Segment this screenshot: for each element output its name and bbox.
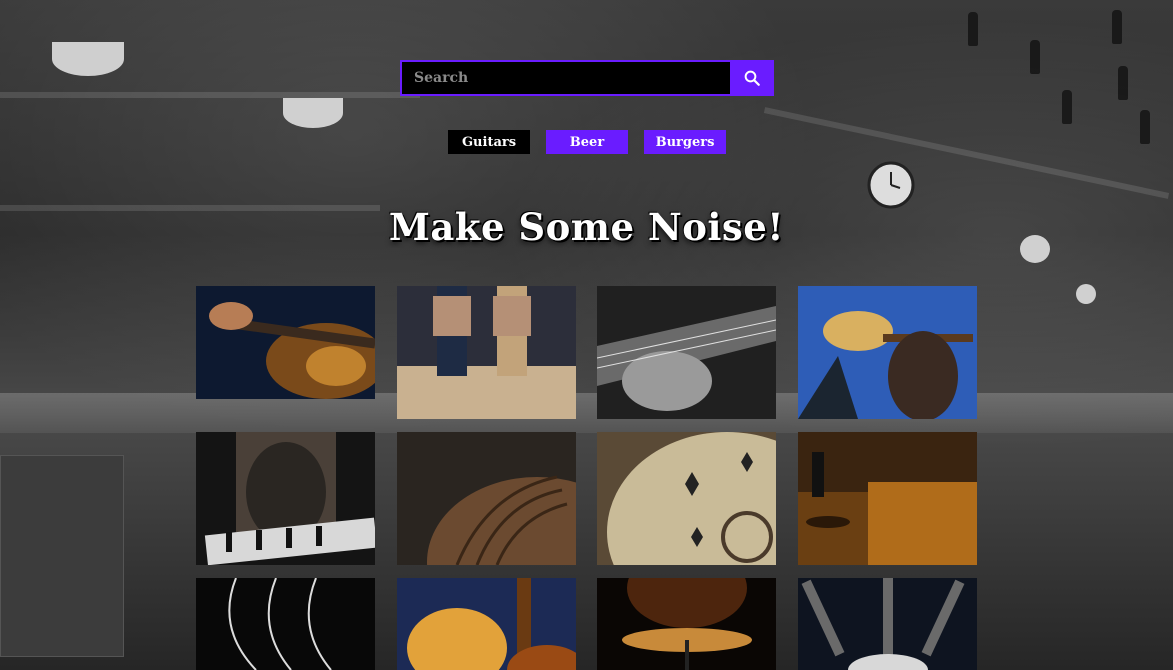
- gallery-image-hand-on-fretboard[interactable]: [597, 286, 776, 419]
- background-bottle: [968, 12, 978, 46]
- background-poster: [0, 455, 124, 657]
- gallery-image-guitar-necks-crowd[interactable]: [798, 578, 977, 670]
- background-bottle: [1030, 40, 1040, 74]
- background-lamp: [52, 42, 124, 76]
- category-tabs: Guitars Beer Burgers: [448, 130, 726, 154]
- search-input[interactable]: [400, 60, 730, 96]
- gallery-image-man-with-guitar-case-night[interactable]: [798, 432, 977, 565]
- page-background: Guitars Beer Burgers Make Some Noise!: [0, 0, 1173, 670]
- search-bar: [400, 60, 774, 96]
- search-icon: [744, 70, 760, 86]
- gallery-image-two-guitarists-walking[interactable]: [397, 286, 576, 419]
- background-clock: [867, 161, 915, 209]
- background-shelf: [763, 107, 1170, 199]
- gallery-image-guitar-player-blurred[interactable]: [196, 432, 375, 565]
- background-bottle: [1112, 10, 1122, 44]
- gallery-image-man-holding-guitar-sky[interactable]: [798, 286, 977, 419]
- gallery-image-cymbal-stage-light[interactable]: [597, 578, 776, 670]
- tab-beer[interactable]: Beer: [546, 130, 628, 154]
- search-button[interactable]: [730, 60, 774, 96]
- gallery-image-lute-back[interactable]: [397, 432, 576, 565]
- tab-guitars[interactable]: Guitars: [448, 130, 530, 154]
- gallery-image-oud-soundboard[interactable]: [597, 432, 776, 565]
- gallery-image-guitars-orange-light[interactable]: [397, 578, 576, 670]
- background-bottle: [1062, 90, 1072, 124]
- page-title: Make Some Noise!: [388, 205, 785, 249]
- gallery-image-guitar-strings-closeup[interactable]: [196, 286, 375, 399]
- gallery-image-black-guitar-strings[interactable]: [196, 578, 375, 670]
- background-shelf: [0, 92, 420, 98]
- background-bottle: [1118, 66, 1128, 100]
- tab-burgers[interactable]: Burgers: [644, 130, 726, 154]
- background-lamp: [283, 98, 343, 128]
- background-bottle: [1140, 110, 1150, 144]
- background-lamp: [1076, 284, 1096, 304]
- background-counter: [0, 393, 1173, 433]
